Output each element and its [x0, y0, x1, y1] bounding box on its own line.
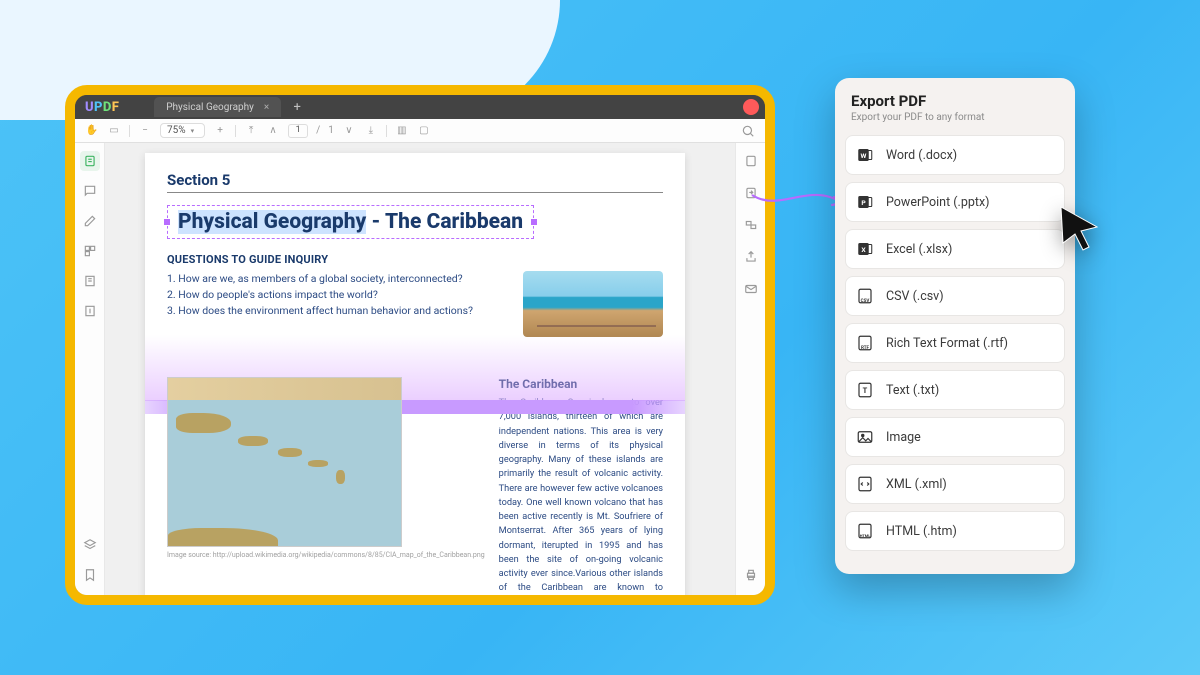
format-label: Image — [886, 430, 921, 445]
view-single-icon[interactable]: ▥ — [395, 124, 409, 138]
svg-text:T: T — [863, 386, 868, 395]
hand-tool-icon[interactable]: ✋ — [85, 124, 99, 138]
format-html[interactable]: HTML HTML (.htm) — [845, 511, 1065, 551]
prev-page-icon[interactable]: ∧ — [266, 124, 280, 138]
format-powerpoint[interactable]: P PowerPoint (.pptx) — [845, 182, 1065, 222]
format-label: HTML (.htm) — [886, 524, 957, 539]
document-viewport[interactable]: Section 5 Physical Geography - The Carib… — [105, 143, 735, 595]
app-logo: UPDF — [85, 100, 119, 115]
format-label: Rich Text Format (.rtf) — [886, 336, 1008, 351]
ocr-mode-icon[interactable] — [80, 271, 100, 291]
convert-icon[interactable] — [741, 215, 761, 235]
app-window: UPDF Physical Geography × + ✋ ▭ − 75% + … — [65, 85, 775, 605]
inquiry-header: QUESTIONS TO GUIDE INQUIRY — [167, 253, 663, 266]
svg-text:P: P — [861, 199, 866, 207]
tab-label: Physical Geography — [166, 102, 254, 113]
new-tab-button[interactable]: + — [289, 99, 305, 115]
select-tool-icon[interactable]: ▭ — [107, 124, 121, 138]
format-image[interactable]: Image — [845, 417, 1065, 457]
toolbar: ✋ ▭ − 75% + ⤒ ∧ 1 / 1 ∨ ⤓ ▥ ▢ — [75, 119, 765, 143]
caribbean-map-image — [167, 377, 402, 547]
selection-handle-right[interactable] — [530, 218, 538, 226]
zoom-in-icon[interactable]: + — [213, 124, 227, 138]
right-sidebar — [735, 143, 765, 595]
image-icon — [856, 428, 874, 446]
rtf-icon: RTF — [856, 334, 874, 352]
page-total: 1 — [328, 125, 334, 136]
next-page-icon[interactable]: ∨ — [342, 124, 356, 138]
page-input[interactable]: 1 — [288, 124, 308, 138]
export-subtitle: Export your PDF to any format — [851, 112, 1059, 123]
avatar[interactable] — [743, 99, 759, 115]
format-label: XML (.xml) — [886, 477, 947, 492]
last-page-icon[interactable]: ⤓ — [364, 124, 378, 138]
share-icon[interactable] — [741, 247, 761, 267]
format-excel[interactable]: X Excel (.xlsx) — [845, 229, 1065, 269]
word-icon: W — [856, 146, 874, 164]
beach-image — [523, 271, 663, 337]
print-icon[interactable] — [741, 565, 761, 585]
export-icon[interactable] — [741, 183, 761, 203]
zoom-out-icon[interactable]: − — [138, 124, 152, 138]
tab-bar: Physical Geography × + — [154, 97, 305, 117]
powerpoint-icon: P — [856, 193, 874, 211]
export-panel: Export PDF Export your PDF to any format… — [835, 78, 1075, 574]
svg-text:X: X — [861, 246, 866, 254]
format-label: Text (.txt) — [886, 383, 939, 398]
titlebar: UPDF Physical Geography × + — [75, 95, 765, 119]
xml-icon — [856, 475, 874, 493]
organize-mode-icon[interactable] — [80, 241, 100, 261]
format-csv[interactable]: CSV CSV (.csv) — [845, 276, 1065, 316]
format-label: Excel (.xlsx) — [886, 242, 952, 257]
format-xml[interactable]: XML (.xml) — [845, 464, 1065, 504]
presentation-icon[interactable]: ▢ — [417, 124, 431, 138]
bookmark-icon[interactable] — [80, 565, 100, 585]
export-title: Export PDF — [851, 92, 1059, 110]
comment-mode-icon[interactable] — [80, 181, 100, 201]
svg-text:RTF: RTF — [861, 345, 870, 351]
document-page: Section 5 Physical Geography - The Carib… — [145, 153, 685, 595]
map-caption: Image source: http://upload.wikimedia.or… — [167, 551, 485, 559]
zoom-select[interactable]: 75% — [160, 123, 205, 138]
tab-document[interactable]: Physical Geography × — [154, 97, 281, 117]
svg-text:CSV: CSV — [861, 298, 870, 304]
properties-icon[interactable] — [741, 151, 761, 171]
section-header: Section 5 — [167, 171, 663, 193]
layers-icon[interactable] — [80, 535, 100, 555]
excel-icon: X — [856, 240, 874, 258]
edit-mode-icon[interactable] — [80, 211, 100, 231]
compress-icon[interactable] — [80, 301, 100, 321]
format-label: CSV (.csv) — [886, 289, 944, 304]
format-txt[interactable]: T Text (.txt) — [845, 370, 1065, 410]
format-label: PowerPoint (.pptx) — [886, 195, 990, 210]
page-separator: / — [316, 125, 320, 136]
search-icon[interactable] — [741, 124, 755, 138]
first-page-icon[interactable]: ⤒ — [244, 124, 258, 138]
format-label: Word (.docx) — [886, 148, 957, 163]
inquiry-questions: 1. How are we, as members of a global so… — [167, 271, 513, 337]
text-icon: T — [856, 381, 874, 399]
selection-handle-left[interactable] — [163, 218, 171, 226]
body-text: The Caribbean Sea is home to over 7,000 … — [499, 396, 663, 595]
csv-icon: CSV — [856, 287, 874, 305]
reader-mode-icon[interactable] — [80, 151, 100, 171]
svg-text:HTML: HTML — [860, 533, 872, 538]
title-selection[interactable]: Physical Geography - The Caribbean — [167, 205, 534, 239]
format-rtf[interactable]: RTF Rich Text Format (.rtf) — [845, 323, 1065, 363]
email-icon[interactable] — [741, 279, 761, 299]
format-word[interactable]: W Word (.docx) — [845, 135, 1065, 175]
svg-text:W: W — [861, 152, 867, 160]
page-title: Physical Geography - The Caribbean — [178, 210, 523, 234]
left-sidebar — [75, 143, 105, 595]
close-icon[interactable]: × — [264, 102, 269, 113]
html-icon: HTML — [856, 522, 874, 540]
